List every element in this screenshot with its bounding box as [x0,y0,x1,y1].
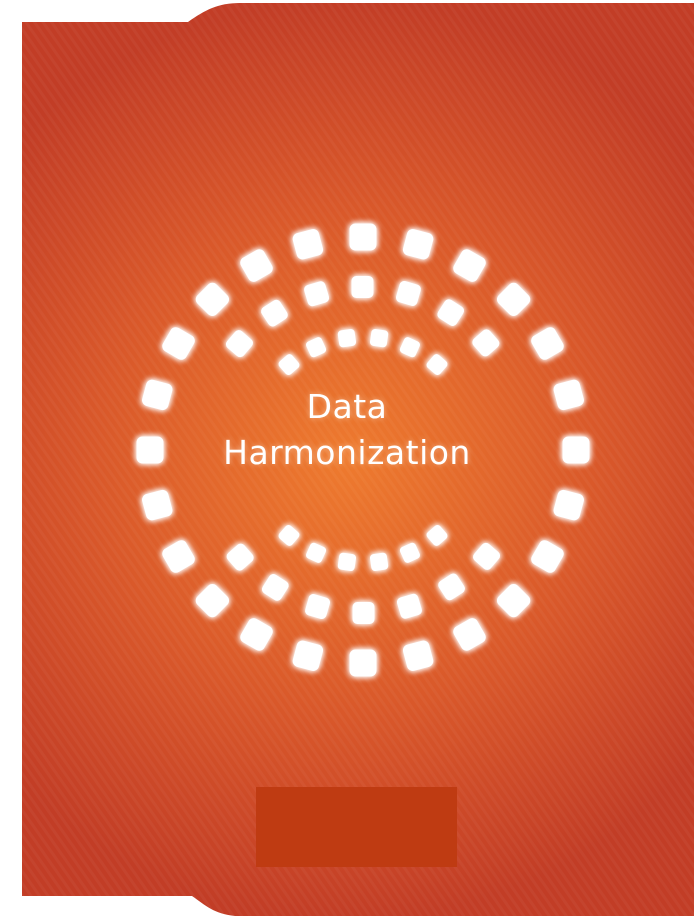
title-block: Data Harmonization [147,384,547,476]
ring-square [349,649,377,677]
ring-square [369,552,389,571]
footer-placeholder-box [256,787,457,867]
title-line-harmonization: Harmonization [223,433,471,472]
ring-square [351,275,374,299]
ring-square [352,601,375,625]
title-line-data: Data [306,387,388,426]
ring-square [349,223,377,251]
ring-square [337,552,357,571]
ring-square [337,329,357,348]
ring-square [369,329,389,348]
ring-square [562,436,590,464]
cover-page: Data Harmonization [0,0,694,916]
